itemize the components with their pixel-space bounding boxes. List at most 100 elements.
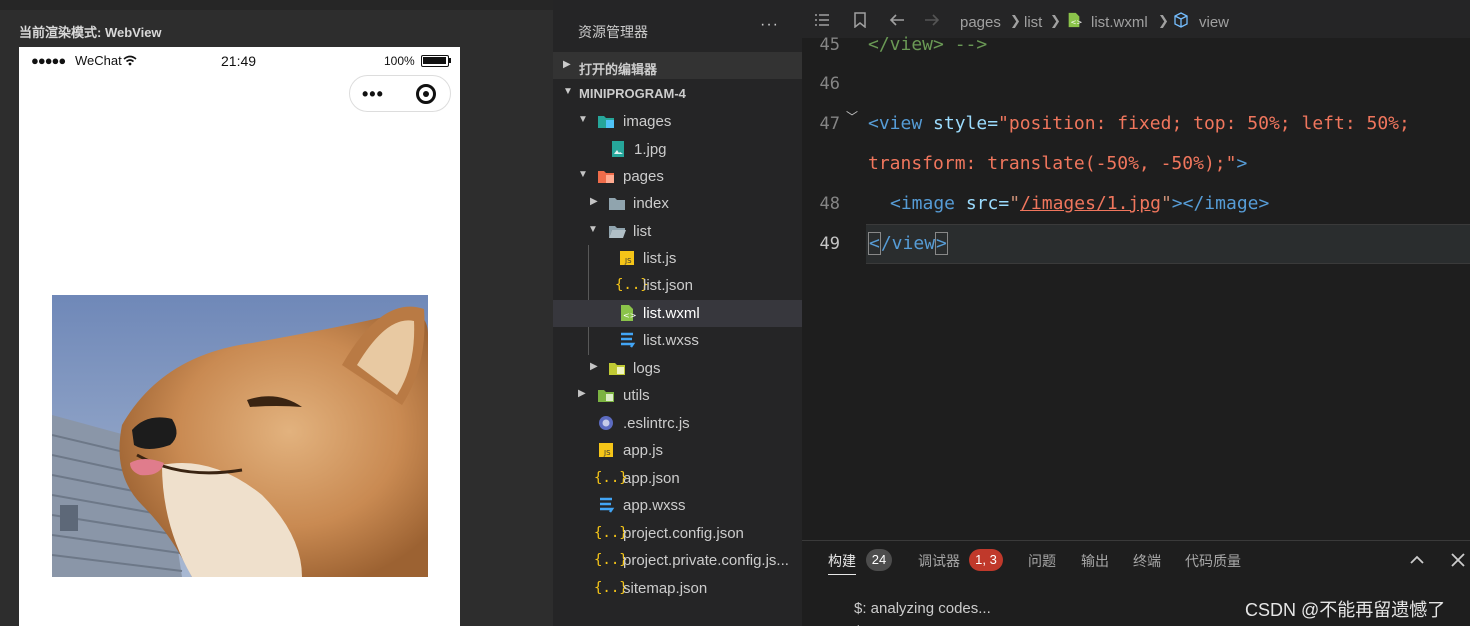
eslint-file-icon (599, 416, 613, 430)
explorer-title: 资源管理器 (578, 24, 648, 40)
open-editors-section[interactable]: ▶ 打开的编辑器 (553, 52, 802, 79)
tree-file-1jpg[interactable]: 1.jpg (553, 136, 802, 163)
project-section[interactable]: ▼ MINIPROGRAM-4 (553, 79, 802, 106)
tree-file-listwxml[interactable]: <> list.wxml (553, 300, 802, 327)
tab-debugger[interactable]: 调试器 (918, 551, 960, 571)
phone-screen[interactable]: ●●●●● WeChat 21:49 100% ••• (19, 47, 460, 626)
fold-chevron-icon[interactable]: ﹀ (846, 108, 858, 125)
build-count-badge: 24 (866, 549, 892, 571)
code-quote: " (1009, 193, 1021, 214)
battery-fill (423, 57, 446, 64)
folder-icon (609, 198, 625, 210)
line-number: 48 (819, 194, 840, 214)
svg-text:JS: JS (603, 449, 611, 457)
bookmark-icon[interactable] (852, 12, 868, 28)
tree-folder-index[interactable]: ▶ index (553, 190, 802, 217)
breadcrumb-pages[interactable]: pages (960, 14, 1001, 31)
chevron-up-icon[interactable] (1410, 555, 1424, 565)
pages-folder-icon (598, 171, 614, 183)
cube-icon (1174, 12, 1188, 28)
code-line-48: <image src="/images/1.jpg"></image> (890, 193, 1269, 214)
chevron-down-icon: ▼ (578, 114, 588, 125)
tree-file-projectconfig[interactable]: {..} project.config.json (553, 520, 802, 547)
back-arrow-icon[interactable] (889, 12, 905, 28)
terminal-output: $: analyzing codes... (854, 600, 991, 617)
tree-file-appwxss[interactable]: app.wxss (553, 492, 802, 519)
list-icon[interactable] (814, 12, 830, 28)
tree-folder-utils[interactable]: ▶ utils (553, 382, 802, 409)
breadcrumb-file[interactable]: list.wxml (1091, 14, 1148, 31)
breadcrumb-symbol[interactable]: view (1199, 14, 1229, 31)
close-icon[interactable] (1451, 553, 1465, 567)
tree-label: logs (633, 360, 661, 377)
tab-code-quality[interactable]: 代码质量 (1185, 551, 1241, 571)
tree-file-sitemap[interactable]: {..} sitemap.json (553, 575, 802, 602)
code-path-link[interactable]: /images/1.jpg (1020, 193, 1161, 214)
tree-file-eslintrc[interactable]: .eslintrc.js (553, 410, 802, 437)
chevron-right-icon: ▶ (590, 196, 598, 207)
more-menu-button[interactable]: ••• (362, 85, 384, 103)
tab-output[interactable]: 输出 (1081, 551, 1109, 571)
simulator-pane: 当前渲染模式: WebView ●●●●● WeChat 21:49 100% … (0, 0, 553, 626)
code-attr: style= (922, 113, 999, 134)
chevron-down-icon: ▼ (588, 224, 598, 235)
code-quote: " (1160, 193, 1172, 214)
chevron-right-icon: ▶ (578, 388, 586, 399)
tree-file-appjs[interactable]: JS app.js (553, 437, 802, 464)
svg-text:JS: JS (624, 257, 632, 265)
tree-folder-pages[interactable]: ▼ pages (553, 163, 802, 190)
tree-label: images (623, 113, 672, 130)
code-tag: <image (890, 193, 956, 214)
tree-label: pages (623, 168, 664, 185)
code-string: transform: translate(-50%, -50%);" (868, 153, 1237, 174)
chevron-right-icon: ▶ (590, 361, 598, 372)
tree-file-projectprivateconfig[interactable]: {..} project.private.config.js... (553, 547, 802, 574)
tree-label: index (633, 195, 669, 212)
code-tag: <view (868, 113, 923, 134)
battery-percent: 100% (384, 54, 415, 68)
render-mode-label: 当前渲染模式: WebView (19, 25, 162, 40)
utils-folder-icon (598, 390, 614, 402)
tree-folder-list[interactable]: ▼ list (553, 218, 802, 245)
code-comment: </view> --> (868, 34, 988, 55)
battery-icon (421, 55, 449, 67)
tab-build[interactable]: 构建 (828, 551, 856, 571)
forward-arrow-icon[interactable] (924, 12, 940, 28)
tree-label: .eslintrc.js (623, 415, 690, 432)
debugger-error-badge: 1, 3 (969, 549, 1003, 571)
tree-file-listjson[interactable]: {..} list.json (553, 272, 802, 299)
code-area[interactable]: 45 46 47 48 49 ﹀ </view> --> <view style… (802, 34, 1470, 540)
mini-program-capsule: ••• (349, 75, 451, 112)
svg-text:<>: <> (623, 311, 636, 320)
tree-folder-images[interactable]: ▼ images (553, 108, 802, 135)
code-line-45: </view> --> (868, 34, 987, 55)
json-file-icon: {..} (594, 525, 628, 541)
project-name: MINIPROGRAM-4 (579, 86, 686, 101)
tree-label: list (633, 223, 652, 240)
tree-label: project.private.config.js... (623, 552, 789, 569)
editor-toolbar: pages ❯ list ❯ <> list.wxml ❯ view (802, 0, 1470, 38)
explorer-more-button[interactable]: ··· (760, 16, 779, 34)
code-tag: ></image> (1171, 193, 1270, 214)
tab-problems[interactable]: 问题 (1028, 551, 1056, 571)
explorer-header: 资源管理器 ··· (553, 0, 802, 52)
tree-file-listjs[interactable]: JS list.js (553, 245, 802, 272)
tree-folder-logs[interactable]: ▶ logs (553, 355, 802, 382)
tab-terminal[interactable]: 终端 (1133, 551, 1161, 571)
breadcrumb-list[interactable]: list (1024, 14, 1042, 31)
line-number: 45 (819, 35, 840, 55)
simulator-toolbar (0, 0, 553, 10)
watermark: CSDN @不能再留遗憾了 (1245, 600, 1446, 620)
tree-label: project.config.json (623, 525, 744, 542)
tree-file-listwxss[interactable]: list.wxss (553, 327, 802, 354)
code-editor: pages ❯ list ❯ <> list.wxml ❯ view 45 46… (802, 0, 1470, 540)
close-mini-program-button[interactable] (416, 84, 436, 104)
bracket-match: > (935, 232, 948, 255)
dog-image (52, 295, 428, 577)
tree-label: app.js (623, 442, 664, 459)
js-file-icon: JS (599, 443, 613, 457)
tree-file-appjson[interactable]: {..} app.json (553, 465, 802, 492)
code-line-49: </view> (868, 232, 948, 255)
wxss-file-icon (621, 332, 636, 348)
tree-label: list.js (643, 250, 677, 267)
